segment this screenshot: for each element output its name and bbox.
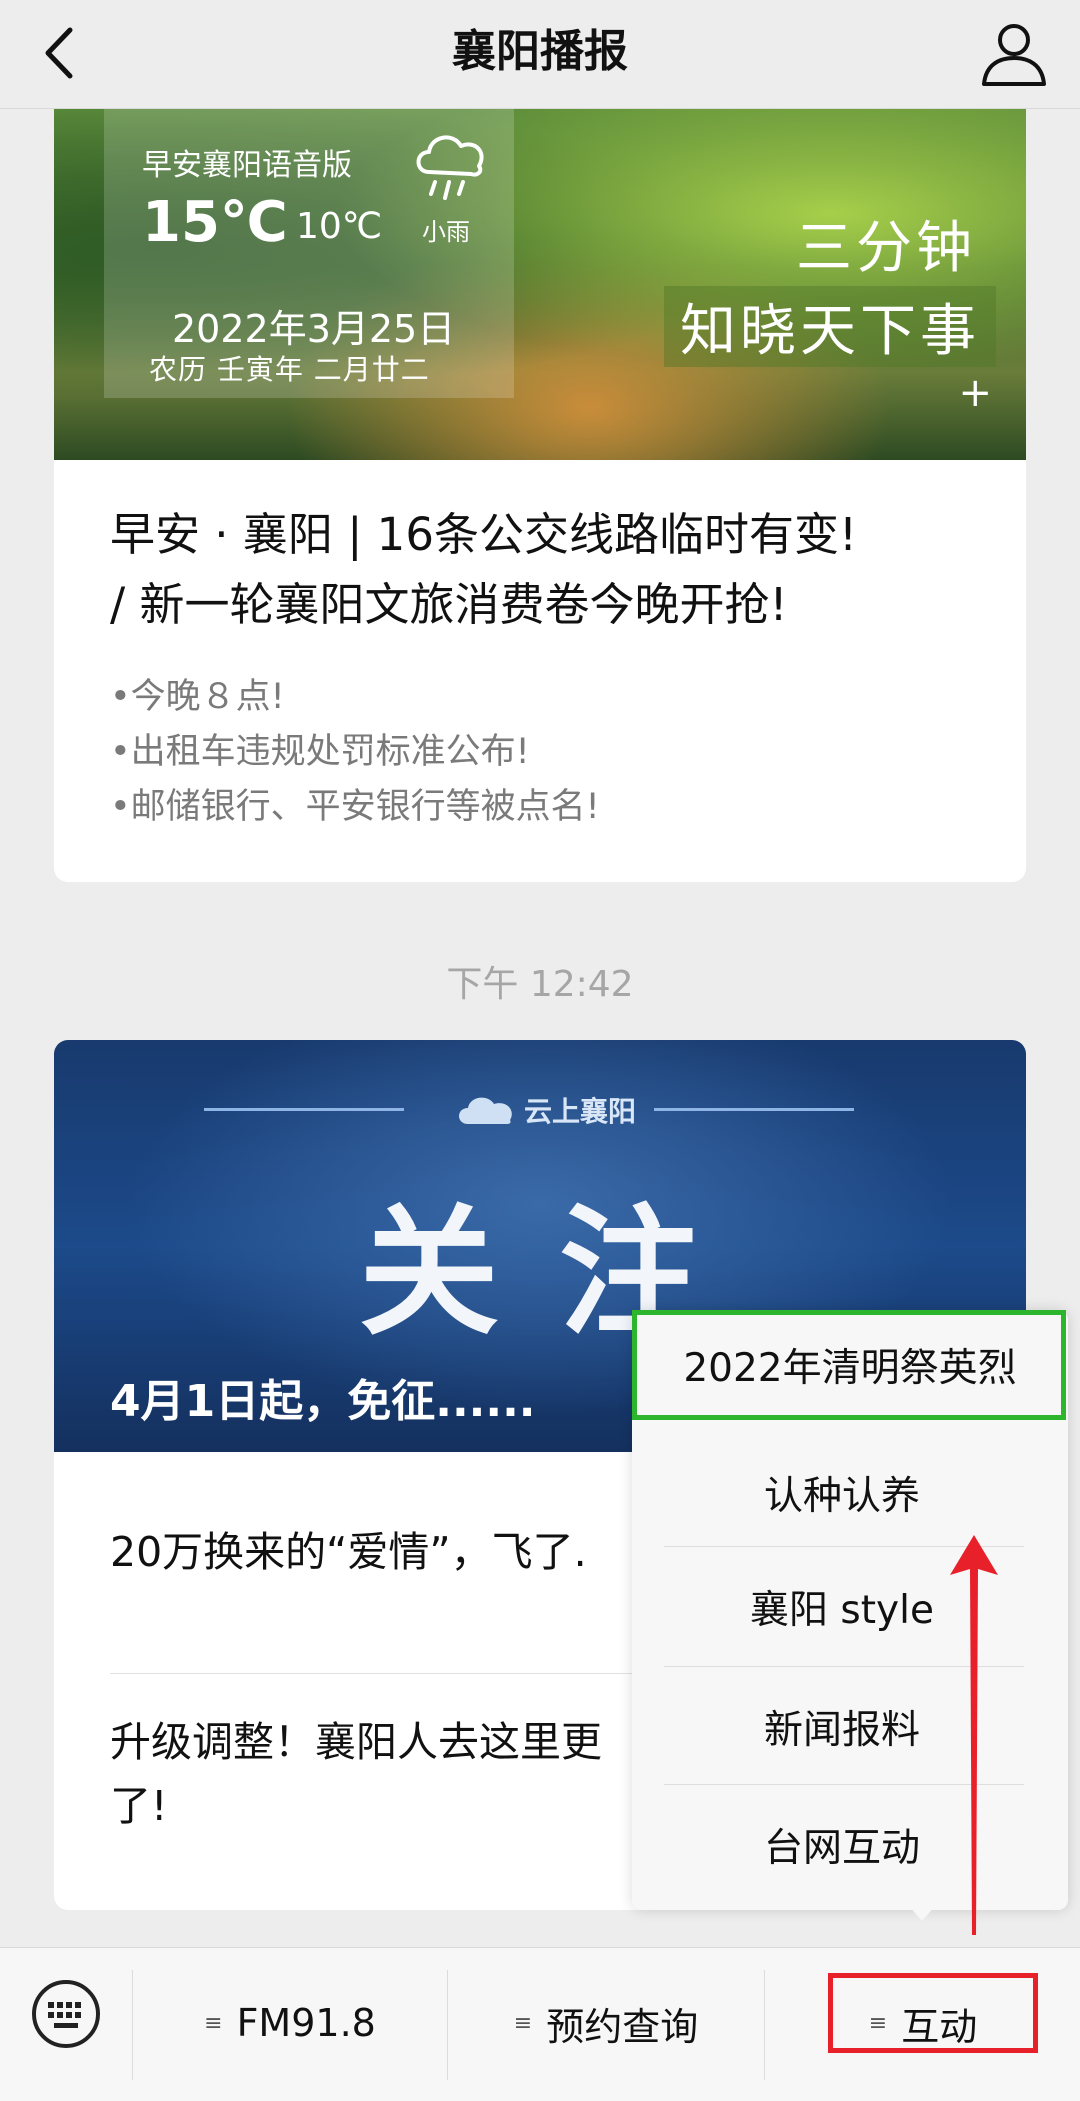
summary-bullet: •出租车违规处罚标准公布! [110, 732, 530, 772]
banner-slogan-line2: 知晓天下事 [664, 286, 996, 367]
red-arrow-icon [950, 1535, 998, 1935]
popup-caret [908, 1905, 936, 1921]
decorative-line [654, 1108, 854, 1111]
page-title: 襄阳播报 [452, 26, 628, 77]
tab-divider [132, 1970, 133, 2080]
article-banner-image[interactable]: 早安襄阳语音版 15℃ 10℃ 小雨 2022年3月25日 农历 壬寅年 二月廿… [54, 108, 1026, 460]
rain-cloud-icon [416, 135, 484, 200]
highlight-box-red [828, 1973, 1038, 2053]
menu-lines-icon: ≡ [513, 2010, 533, 2036]
banner-slogan-line1: 三分钟 [796, 216, 976, 281]
user-profile-icon[interactable] [976, 16, 1052, 92]
weather-condition: 小雨 [422, 218, 470, 246]
summary-bullet: •邮储银行、平安银行等被点名! [110, 787, 600, 827]
headline-line: 早安 · 襄阳 | 16条公交线路临时有变! [110, 508, 857, 561]
header-bar: 襄阳播报 [0, 0, 1080, 109]
article-headline[interactable]: 早安 · 襄阳 | 16条公交线路临时有变! / 新一轮襄阳文旅消费卷今晚开抢! [110, 500, 990, 640]
tab-fm918[interactable]: ≡ FM91.8 [134, 1988, 446, 2058]
highlight-box-green [632, 1310, 1066, 1420]
tab-label: FM91.8 [236, 2001, 376, 2045]
temperature-high: 15℃ [142, 190, 288, 255]
program-title: 早安襄阳语音版 [142, 148, 352, 183]
menu-lines-icon: ≡ [204, 2010, 223, 2036]
message-timestamp: 下午 12:42 [446, 964, 634, 1005]
banner-date: 2022年3月25日 [172, 307, 456, 351]
headline-line: / 新一轮襄阳文旅消费卷今晚开抢! [110, 578, 788, 631]
temperature-low: 10℃ [296, 206, 383, 247]
banner-source-label: 云上襄阳 [524, 1095, 637, 1128]
cloud-logo-icon [459, 1097, 512, 1124]
decorative-line [204, 1108, 404, 1111]
summary-bullet: •今晚８点! [110, 677, 285, 717]
tab-reservation-query[interactable]: ≡ 预约查询 [449, 1988, 763, 2058]
keyboard-icon[interactable] [30, 1978, 102, 2050]
plus-icon: + [958, 370, 992, 416]
article-card-morning-news[interactable]: 早安襄阳语音版 15℃ 10℃ 小雨 2022年3月25日 农历 壬寅年 二月廿… [54, 108, 1026, 882]
banner-caption: 4月1日起，免征...... [110, 1376, 536, 1427]
tab-divider [764, 1970, 765, 2080]
tab-label: 预约查询 [546, 2004, 699, 2049]
lunar-date: 农历 壬寅年 二月廿二 [149, 353, 430, 386]
tab-divider [447, 1970, 448, 2080]
